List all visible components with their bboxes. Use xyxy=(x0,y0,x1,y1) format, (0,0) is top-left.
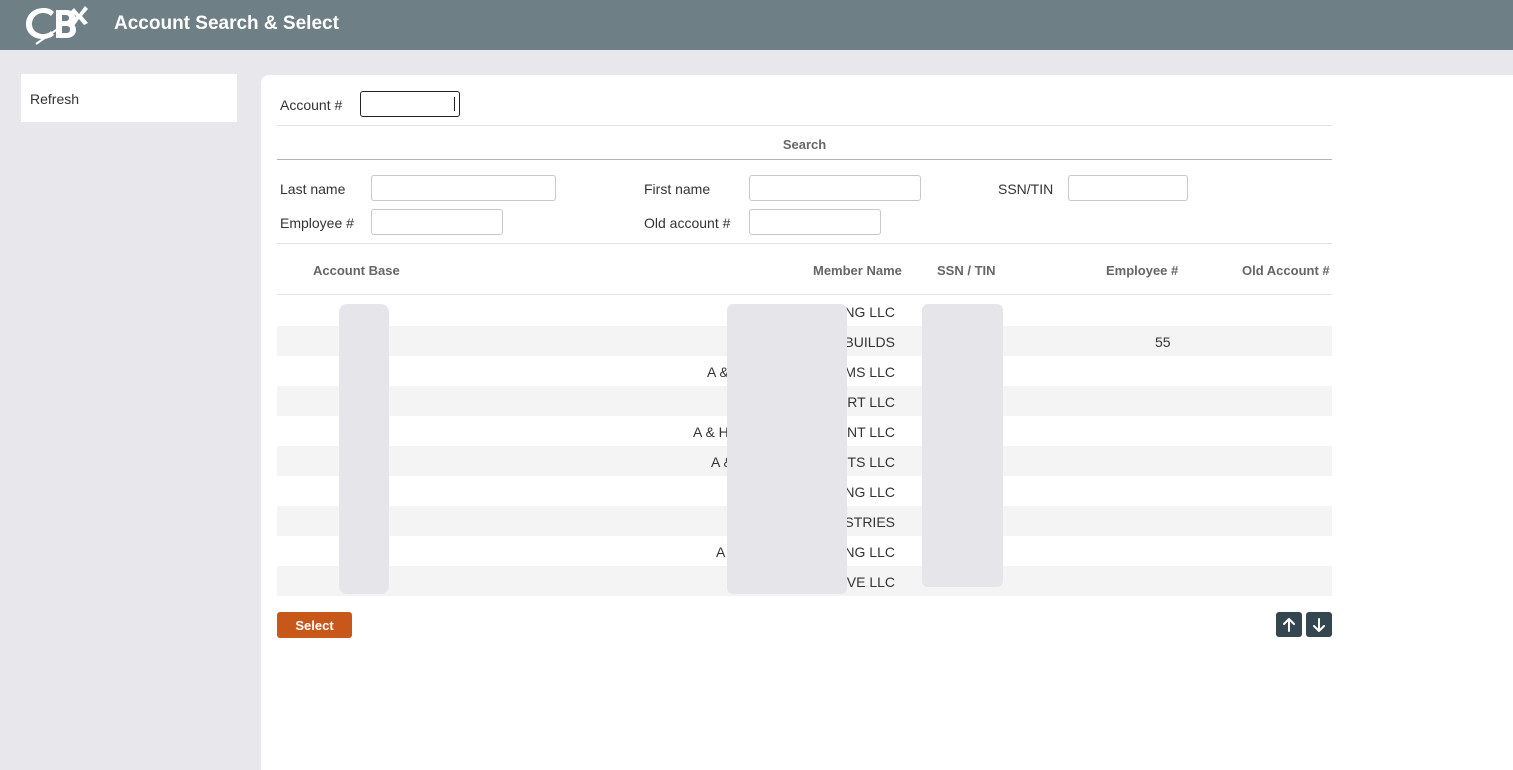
member-name-prefix: A xyxy=(716,544,726,560)
search-divider xyxy=(277,159,1332,160)
column-header-account-base[interactable]: Account Base xyxy=(313,263,400,278)
member-name-prefix: A & H xyxy=(693,424,729,440)
search-heading: Search xyxy=(782,137,827,152)
redaction-overlay xyxy=(727,304,847,594)
page-title: Account Search & Select xyxy=(114,13,339,34)
sidebar-card: Refresh xyxy=(21,74,237,122)
move-down-button[interactable] xyxy=(1306,612,1332,637)
cbx-logo-icon xyxy=(26,6,88,45)
table-header-divider xyxy=(277,294,1332,295)
move-up-button[interactable] xyxy=(1276,612,1302,637)
arrow-down-icon xyxy=(1313,617,1325,632)
first-name-input[interactable] xyxy=(749,175,921,201)
member-name-cell: ING LLC xyxy=(840,304,895,320)
text-caret xyxy=(454,97,455,111)
divider xyxy=(277,125,1332,126)
member-name-cell: BUILDS xyxy=(844,334,895,350)
redaction-overlay xyxy=(339,304,389,594)
member-name-cell: ING LLC xyxy=(840,544,895,560)
column-header-member-name[interactable]: Member Name xyxy=(813,263,902,278)
column-header-ssn-tin[interactable]: SSN / TIN xyxy=(937,263,996,278)
account-number-input[interactable] xyxy=(360,91,460,117)
member-name-cell: MS LLC xyxy=(844,364,895,380)
first-name-label: First name xyxy=(644,181,711,197)
account-number-label: Account # xyxy=(280,97,343,113)
last-name-label: Last name xyxy=(280,181,346,197)
column-header-employee[interactable]: Employee # xyxy=(1106,263,1178,278)
divider xyxy=(277,243,1332,244)
member-name-prefix: A & xyxy=(707,364,729,380)
employee-cell: 55 xyxy=(1155,334,1171,350)
last-name-input[interactable] xyxy=(371,175,556,201)
old-account-input[interactable] xyxy=(749,209,881,235)
arrow-up-icon xyxy=(1283,617,1295,632)
employee-number-input[interactable] xyxy=(371,209,503,235)
member-name-cell: ING LLC xyxy=(840,484,895,500)
old-account-label: Old account # xyxy=(644,215,731,231)
ssn-tin-input[interactable] xyxy=(1068,175,1188,201)
column-header-old-account[interactable]: Old Account # xyxy=(1242,263,1330,278)
refresh-link[interactable]: Refresh xyxy=(30,91,79,107)
employee-number-label: Employee # xyxy=(280,215,354,231)
app-header: Account Search & Select xyxy=(0,0,1513,50)
select-button[interactable]: Select xyxy=(277,612,352,638)
ssn-tin-label: SSN/TIN xyxy=(998,181,1054,197)
main-panel: Account # Search Last name First name SS… xyxy=(261,75,1513,770)
results-table: 0 ING LLC 7 BUILDS 55 1 A & MS LLC 5 ORT… xyxy=(277,296,1332,596)
redaction-overlay xyxy=(922,304,1003,587)
